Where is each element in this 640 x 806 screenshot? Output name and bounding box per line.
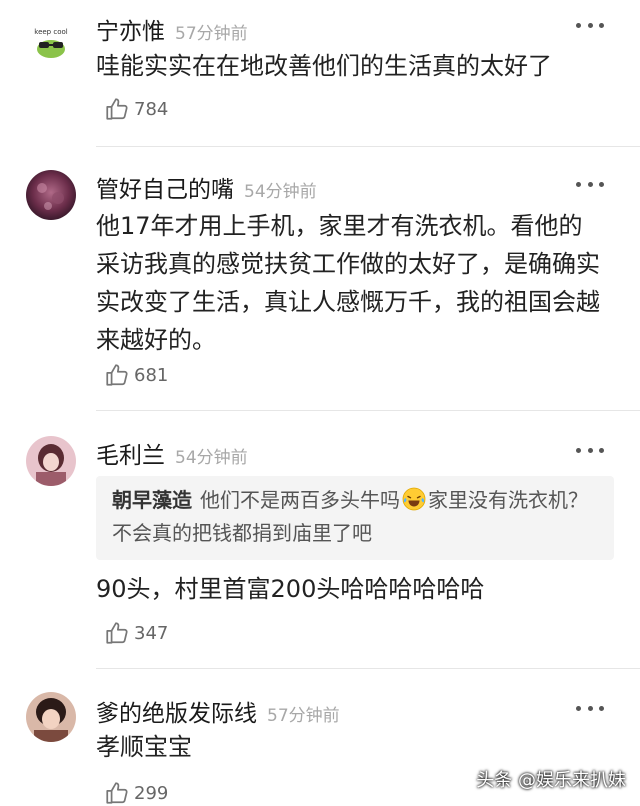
svg-text:keep cool: keep cool — [34, 28, 68, 36]
thumbs-up-icon — [106, 622, 128, 644]
more-dots-icon[interactable] — [576, 703, 604, 713]
like-button[interactable]: 681 — [104, 362, 168, 388]
username[interactable]: 宁亦惟 — [96, 12, 165, 46]
comment-text: 哇能实实在在地改善他们的生活真的太好了 — [96, 52, 552, 80]
avatar[interactable] — [26, 170, 76, 220]
more-dots-icon[interactable] — [576, 179, 604, 189]
like-button[interactable]: 347 — [104, 620, 168, 646]
like-button[interactable]: 299 — [104, 780, 168, 806]
like-count: 784 — [134, 98, 169, 120]
laughing-tears-emoji — [402, 487, 426, 511]
like-count: 299 — [134, 782, 169, 804]
divider — [96, 410, 640, 411]
like-count: 347 — [134, 622, 169, 644]
divider — [96, 146, 640, 147]
comment-text: 孝顺宝宝 — [96, 733, 192, 761]
timestamp: 57分钟前 — [175, 24, 248, 44]
thumbs-up-icon — [106, 364, 128, 386]
comment-header: 爹的绝版发际线 57分钟前 — [96, 694, 340, 728]
like-count: 681 — [134, 364, 169, 386]
divider — [96, 668, 640, 669]
more-dots-icon[interactable] — [576, 445, 604, 455]
avatar[interactable]: keep cool — [26, 14, 76, 64]
comment-text: 他17年才用上手机，家里才有洗衣机。看他的采访我真的感觉扶贫工作做的太好了，是确… — [96, 212, 600, 354]
comment-text: 90头，村里首富200头哈哈哈哈哈哈 — [96, 575, 485, 603]
username[interactable]: 管好自己的嘴 — [96, 170, 234, 204]
username[interactable]: 毛利兰 — [96, 436, 165, 470]
avatar[interactable] — [26, 692, 76, 742]
timestamp: 57分钟前 — [267, 706, 340, 726]
watermark: 头条 @娱乐来扒妹 — [476, 770, 626, 791]
comment-header: 宁亦惟 57分钟前 — [96, 12, 248, 46]
quoted-text-part1: 他们不是两百多头牛吗 — [200, 488, 400, 512]
username[interactable]: 爹的绝版发际线 — [96, 694, 257, 728]
like-button[interactable]: 784 — [104, 96, 168, 122]
timestamp: 54分钟前 — [244, 182, 317, 202]
more-dots-icon[interactable] — [576, 20, 604, 30]
thumbs-up-icon — [106, 98, 128, 120]
avatar[interactable] — [26, 436, 76, 486]
timestamp: 54分钟前 — [175, 448, 248, 468]
quoted-username[interactable]: 朝早藻造 — [112, 488, 192, 512]
quoted-reply[interactable]: 朝早藻造 他们不是两百多头牛吗 家里没有洗衣机？不会真的把钱都捐到庙里了吧 — [96, 476, 614, 560]
comment-header: 管好自己的嘴 54分钟前 — [96, 170, 317, 204]
thumbs-up-icon — [106, 782, 128, 804]
comment-header: 毛利兰 54分钟前 — [96, 436, 248, 470]
